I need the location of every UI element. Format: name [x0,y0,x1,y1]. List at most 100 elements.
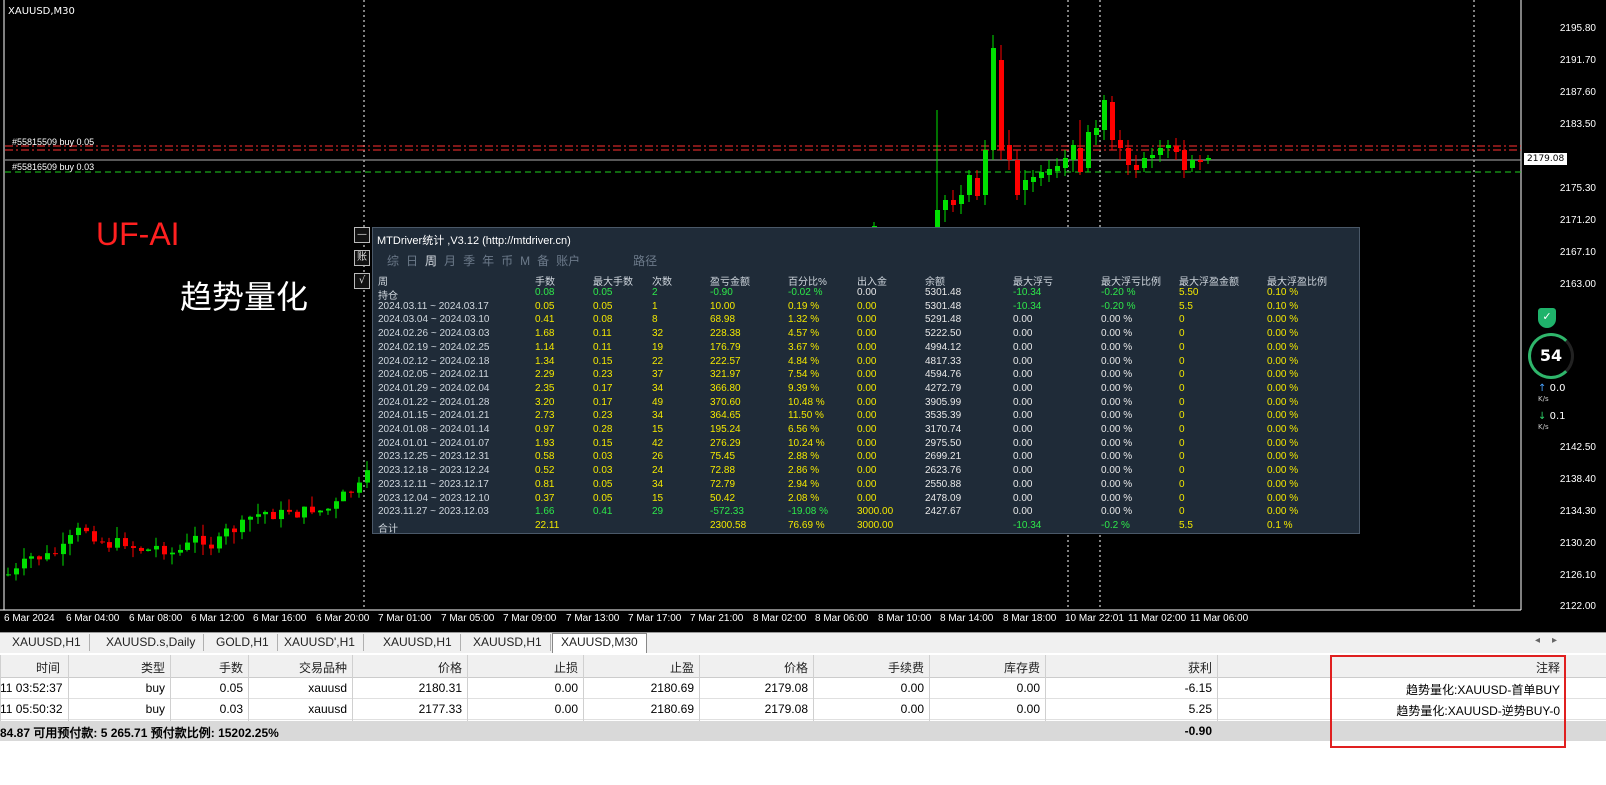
stats-cell: 0.17 [593,382,613,394]
candle [185,533,190,552]
stats-cell: 0 [1179,410,1185,422]
candle [201,524,206,555]
candle [1071,140,1076,172]
stats-tab[interactable]: M [520,254,530,268]
stats-row: 2024.01.01 ~ 2024.01.07 1.93 0.15 42 276.29 1… [378,438,1354,451]
stats-cell: 2024.01.08 ~ 2024.01.14 [378,424,490,435]
collapse-button[interactable]: — [354,227,370,243]
stats-tab[interactable]: 周 [425,254,437,268]
stats-tab[interactable]: 备 [537,254,549,268]
shield-check-icon[interactable]: ✓ [1538,308,1556,328]
stats-tab[interactable]: 综 [387,254,399,268]
candle [14,563,19,581]
stats-cell: 228.38 [710,328,741,340]
candle [975,170,980,200]
stats-cell: 0 [1179,465,1185,477]
candle [1039,165,1044,186]
stats-cell: 0.00 [857,287,877,298]
stats-cell: 2024.02.26 ~ 2024.03.03 [378,328,490,340]
chart-tab[interactable]: GOLD,H1 [208,634,278,651]
stats-tab[interactable]: 币 [501,254,513,268]
stats-tab[interactable]: 月 [444,254,456,268]
tab-scroll-left-icon[interactable]: ◂ [1535,635,1540,646]
candle [334,497,339,519]
trade-cell: 2179.08 [764,702,808,716]
stats-cell: 2975.50 [925,437,962,449]
candle [365,461,370,488]
stats-tab-path[interactable]: 路径 [633,254,657,268]
stats-cell: 0.00 [857,410,877,422]
upload-speed: ↑ 0.0 K/s [1538,384,1565,404]
stats-tab[interactable]: 日 [406,254,418,268]
stats-cell: 4272.79 [925,382,962,394]
chart-tab[interactable]: XAUUSD',H1 [276,634,364,651]
stats-cell: 0.00 [857,328,877,340]
candle [1126,140,1131,175]
tab-scroll-right-icon[interactable]: ▸ [1552,635,1557,646]
candle [935,110,940,240]
stats-cell: 0.00 [857,478,877,490]
stats-row: 2024.02.12 ~ 2024.02.18 1.34 0.15 22 222.57 4… [378,356,1354,369]
stats-cell: 34 [652,382,664,394]
candle [999,45,1004,160]
stats-cell: 0.52 [535,465,555,477]
chart-symbol: XAUUSD,M30 [8,6,75,17]
stats-cell: 22 [652,355,664,367]
chart-tab[interactable]: XAUUSD,H1 [375,634,461,651]
candle [139,546,144,554]
chart-tab[interactable]: XAUUSD,H1 [465,634,551,651]
stats-cell: 2.29 [535,369,555,381]
trade-cell: 2180.69 [650,702,694,716]
stats-cell: 0.00 % [1267,410,1299,422]
stats-cell: 0.10 % [1267,300,1299,312]
candle [341,489,346,502]
candle [1031,170,1036,192]
stats-cell: 366.80 [710,382,741,394]
price-chart[interactable]: XAUUSD,M30 2195.80 2191.70 2187.60 2183.50 2… [0,0,1606,632]
candle [349,490,354,498]
stats-tab[interactable]: 季 [463,254,475,268]
down-arrow-icon: ↓ [1538,411,1547,422]
chart-tab[interactable]: XAUUSD.s,Daily [98,634,205,651]
time-axis-label: 7 Mar 05:00 [441,613,495,624]
candle [263,510,268,524]
candle [1110,96,1115,150]
candle [22,548,27,576]
stats-cell: 29 [652,506,664,518]
stats-cell: 2024.02.19 ~ 2024.02.25 [378,341,490,353]
candle [357,476,362,498]
stats-cell: 1 [652,300,658,312]
upload-unit: K/s [1538,395,1549,403]
stats-cell: 0 [1179,314,1185,326]
stats-cell: 0 [1179,382,1185,394]
stats-tab[interactable]: 年 [482,254,494,268]
check-button[interactable]: √ [354,273,370,289]
stats-cell: 1.32 % [788,314,820,326]
candle [1158,140,1163,162]
chart-tab-bar: XAUUSD,H1 XAUUSD.s,Daily GOLD,H1 XAUUSD',H1… [0,632,1606,653]
trade-cell: buy [145,702,165,716]
trade-column-header: 手续费 [887,661,924,675]
stats-column-header: 余额 [925,277,945,288]
stats-cell: 3170.74 [925,424,962,435]
account-button[interactable]: 账 [354,250,370,266]
stats-cell: 72.79 [710,478,736,490]
stats-cell: 11.50 % [788,410,824,422]
trade-column-header: 价格 [437,661,462,675]
stats-cell: -10.34 [1013,300,1042,312]
candle [271,508,276,520]
stats-tab[interactable]: 账户 [556,254,580,268]
net-gauge[interactable]: 54 [1528,333,1574,379]
column-separator [68,655,69,721]
time-axis-label: 8 Mar 10:00 [878,613,932,624]
chart-tab[interactable]: XAUUSD,H1 [4,634,90,651]
stats-cell: 0.00 % [1101,314,1133,326]
candle [178,544,183,556]
stats-cell: 1.93 [535,437,555,449]
stats-cell: 3.67 % [788,341,820,353]
candle [1055,158,1060,178]
time-axis-label: 11 Mar 06:00 [1190,613,1249,624]
trade-cell: xauusd [308,702,347,716]
column-separator [170,655,171,721]
chart-tab[interactable]: XAUUSD,M30 [552,633,647,653]
